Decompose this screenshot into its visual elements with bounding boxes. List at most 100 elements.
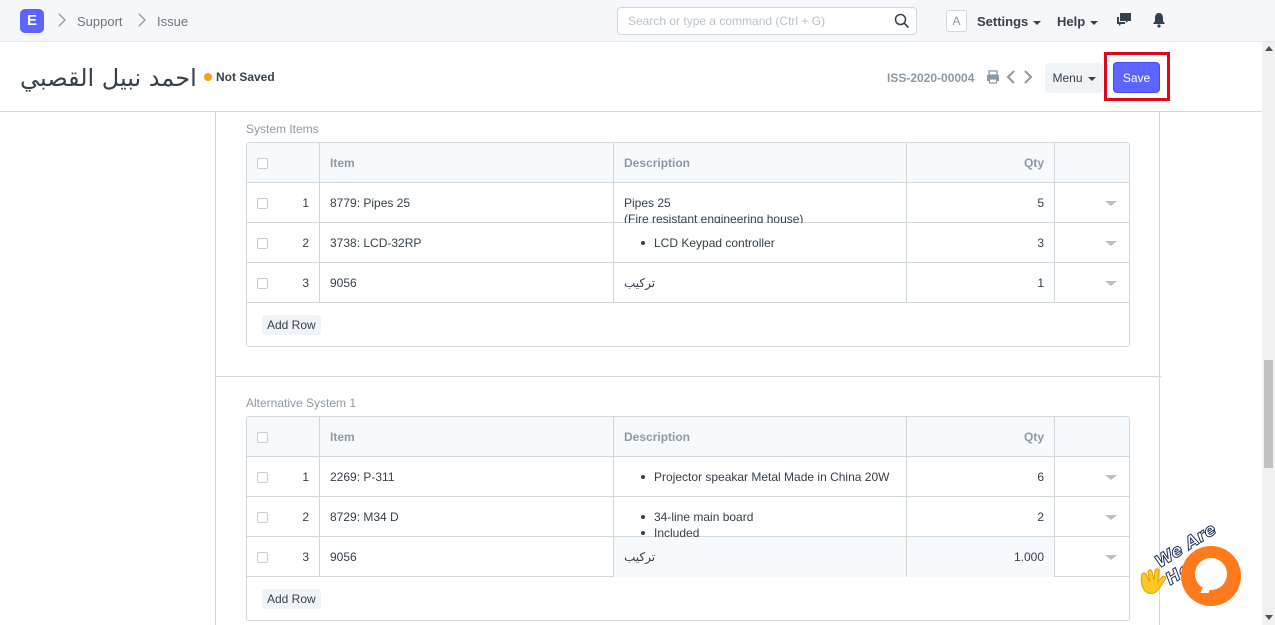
- header-description: Description: [614, 417, 907, 457]
- save-button[interactable]: Save: [1113, 62, 1160, 93]
- row-action-cell[interactable]: [1055, 457, 1129, 497]
- breadcrumb-support[interactable]: Support: [77, 14, 123, 29]
- row-checkbox[interactable]: [257, 472, 268, 483]
- scroll-down-arrow[interactable]: [1265, 615, 1273, 620]
- help-dropdown[interactable]: Help: [1057, 14, 1099, 29]
- item-cell[interactable]: 2269: P-311: [320, 457, 614, 497]
- row-action-cell[interactable]: [1055, 497, 1129, 537]
- chevron-right-icon: [58, 13, 66, 27]
- description-cell[interactable]: LCD Keypad controller: [614, 223, 907, 263]
- description-line: Pipes 25: [624, 196, 671, 210]
- row-index: 1: [302, 470, 309, 484]
- notification-bell-icon[interactable]: [1152, 12, 1166, 28]
- header-item: Item: [320, 143, 614, 183]
- description-bullet: LCD Keypad controller: [624, 235, 896, 251]
- description-cell[interactable]: Projector speakar Metal Made in China 20…: [614, 457, 907, 497]
- item-cell[interactable]: 3738: LCD-32RP: [320, 223, 614, 263]
- row-checkbox[interactable]: [257, 238, 268, 249]
- header-check-cell: [247, 417, 320, 457]
- qty-cell[interactable]: 2: [907, 497, 1055, 537]
- add-row-button[interactable]: Add Row: [262, 315, 321, 335]
- caret-down-icon: [1087, 76, 1096, 81]
- table-row[interactable]: 2 3738: LCD-32RP LCD Keypad controller 3: [247, 223, 1129, 263]
- table-row[interactable]: 3 9056 تركيب 1: [247, 263, 1129, 303]
- page-header: احمد نبيل القصبي Not Saved ISS-2020-0000…: [0, 42, 1275, 112]
- caret-down-icon: [1033, 20, 1042, 25]
- alternative-system-grid: Item Description Qty 1 2269: P-311 Proje…: [246, 416, 1130, 621]
- breadcrumb-issue[interactable]: Issue: [157, 14, 188, 29]
- item-cell[interactable]: 9056: [320, 263, 614, 303]
- status-dot: [204, 73, 212, 81]
- item-cell[interactable]: 8779: Pipes 25: [320, 183, 614, 223]
- next-doc-icon[interactable]: [1023, 70, 1033, 84]
- row-dropdown-icon[interactable]: [1105, 201, 1117, 206]
- status-indicator: Not Saved: [204, 70, 275, 84]
- header-qty: Qty: [907, 143, 1055, 183]
- avatar[interactable]: A: [946, 10, 967, 32]
- select-all-checkbox[interactable]: [257, 158, 268, 169]
- chat-icon[interactable]: [1116, 12, 1132, 28]
- search-input[interactable]: [618, 8, 888, 34]
- help-label: Help: [1057, 14, 1086, 29]
- description-cell[interactable]: Pipes 25 (Fire resistant engineering hou…: [614, 183, 907, 223]
- table-row[interactable]: 1 2269: P-311 Projector speakar Metal Ma…: [247, 457, 1129, 497]
- row-check-cell: 1: [247, 183, 320, 223]
- row-checkbox[interactable]: [257, 552, 268, 563]
- previous-doc-icon[interactable]: [1006, 70, 1016, 84]
- row-dropdown-icon[interactable]: [1105, 515, 1117, 520]
- description-bullet: 34-line main board: [624, 509, 896, 525]
- grid-header-row: Item Description Qty: [247, 417, 1129, 457]
- page-scrollbar[interactable]: [1262, 42, 1275, 625]
- table-row[interactable]: 2 8729: M34 D 34-line main board Include…: [247, 497, 1129, 537]
- row-check-cell: 3: [247, 263, 320, 303]
- row-action-cell[interactable]: [1055, 263, 1129, 303]
- qty-cell[interactable]: 1.000: [907, 537, 1055, 577]
- section-divider: [216, 376, 1161, 377]
- add-row-button[interactable]: Add Row: [262, 589, 321, 609]
- item-cell[interactable]: 8729: M34 D: [320, 497, 614, 537]
- qty-cell[interactable]: 1: [907, 263, 1055, 303]
- qty-cell[interactable]: 3: [907, 223, 1055, 263]
- row-checkbox[interactable]: [257, 198, 268, 209]
- grid-footer: Add Row: [247, 303, 1129, 346]
- scrollbar-thumb[interactable]: [1264, 360, 1273, 468]
- qty-cell[interactable]: 6: [907, 457, 1055, 497]
- row-dropdown-icon[interactable]: [1105, 555, 1117, 560]
- row-checkbox[interactable]: [257, 278, 268, 289]
- row-dropdown-icon[interactable]: [1105, 475, 1117, 480]
- select-all-checkbox[interactable]: [257, 432, 268, 443]
- row-dropdown-icon[interactable]: [1105, 241, 1117, 246]
- row-dropdown-icon[interactable]: [1105, 281, 1117, 286]
- row-action-cell[interactable]: [1055, 223, 1129, 263]
- row-check-cell: 2: [247, 497, 320, 537]
- item-cell[interactable]: 9056: [320, 537, 614, 577]
- table-row[interactable]: 3 9056 تركيب 1.000: [247, 537, 1129, 577]
- menu-button[interactable]: Menu: [1045, 63, 1103, 93]
- description-bullet: Included: [624, 525, 896, 537]
- search-icon[interactable]: [894, 13, 910, 29]
- row-action-cell[interactable]: [1055, 537, 1129, 577]
- row-index: 3: [302, 276, 309, 290]
- app-logo[interactable]: E: [20, 9, 44, 33]
- table-row[interactable]: 1 8779: Pipes 25 Pipes 25 (Fire resistan…: [247, 183, 1129, 223]
- row-checkbox[interactable]: [257, 512, 268, 523]
- header-check-cell: [247, 143, 320, 183]
- menu-label: Menu: [1052, 71, 1083, 85]
- system-items-grid: Item Description Qty 1 8779: Pipes 25 Pi…: [246, 142, 1130, 347]
- status-label: Not Saved: [216, 70, 275, 84]
- row-action-cell[interactable]: [1055, 183, 1129, 223]
- description-cell[interactable]: 34-line main board Included: [614, 497, 907, 537]
- qty-cell[interactable]: 5: [907, 183, 1055, 223]
- chat-widget[interactable]: We Are Here!: [1132, 510, 1262, 620]
- print-icon[interactable]: [986, 70, 1000, 84]
- navbar: E Support Issue A Settings Help: [0, 0, 1275, 42]
- row-check-cell: 3: [247, 537, 320, 577]
- search-bar: [617, 7, 917, 35]
- settings-dropdown[interactable]: Settings: [977, 14, 1042, 29]
- header-description: Description: [614, 143, 907, 183]
- scroll-up-arrow[interactable]: [1265, 46, 1273, 51]
- chat-bubble-icon: [1195, 558, 1227, 590]
- description-cell[interactable]: تركيب: [614, 263, 907, 303]
- chat-launcher-button[interactable]: [1181, 546, 1241, 606]
- description-cell[interactable]: تركيب: [614, 537, 907, 577]
